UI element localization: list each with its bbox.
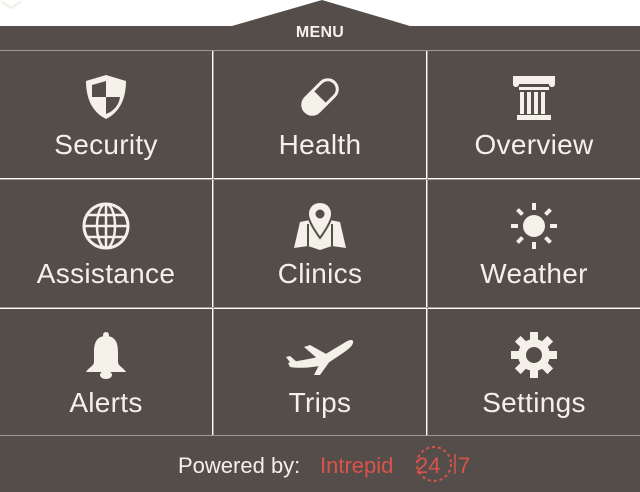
footer: Powered by: Intrepid	[0, 436, 640, 492]
gear-icon	[511, 332, 557, 378]
brand-logo-247: 24 7	[410, 444, 472, 484]
map-pin-icon	[294, 200, 346, 250]
grid-divider	[0, 435, 640, 436]
brand-24: 24	[416, 453, 441, 478]
tile-alerts[interactable]: Alerts	[0, 309, 212, 435]
tile-label: Security	[54, 129, 158, 160]
pill-icon	[301, 78, 339, 116]
brand-7: 7	[458, 453, 471, 478]
tile-overview[interactable]: Overview	[428, 51, 640, 178]
shield-icon	[86, 75, 126, 119]
powered-by-text: Powered by:	[178, 453, 301, 478]
tile-label: Clinics	[277, 258, 363, 289]
grid-divider	[0, 50, 640, 51]
grid-divider	[0, 179, 640, 180]
chevron-down-icon[interactable]	[0, 0, 22, 10]
grid-divider	[213, 51, 214, 435]
globe-icon	[82, 202, 130, 250]
tile-trips[interactable]: Trips	[214, 309, 426, 435]
tile-clinics[interactable]: Clinics	[214, 180, 426, 307]
grid-divider	[427, 51, 428, 435]
tile-label: Health	[278, 129, 362, 160]
menu-grid: Security Health Overview Assistance Clin…	[0, 51, 640, 435]
grid-divider	[0, 307, 640, 308]
tile-label: Overview	[474, 129, 594, 160]
airplane-icon	[286, 340, 354, 375]
tile-label: Assistance	[36, 258, 176, 289]
tile-assistance[interactable]: Assistance	[0, 180, 212, 307]
tile-label: Trips	[288, 387, 352, 418]
tile-security[interactable]: Security	[0, 51, 212, 178]
brand-name: Intrepid	[320, 453, 394, 478]
tile-health[interactable]: Health	[214, 51, 426, 178]
menu-bar[interactable]: MENU	[0, 24, 640, 50]
column-icon	[513, 76, 555, 120]
tile-settings[interactable]: Settings	[428, 309, 640, 435]
tile-weather[interactable]: Weather	[428, 180, 640, 307]
menu-label: MENU	[295, 24, 345, 41]
bell-icon	[86, 332, 126, 379]
tile-label: Settings	[482, 387, 586, 418]
tile-label: Weather	[480, 258, 588, 289]
sun-icon	[511, 203, 557, 249]
tile-label: Alerts	[69, 387, 143, 418]
